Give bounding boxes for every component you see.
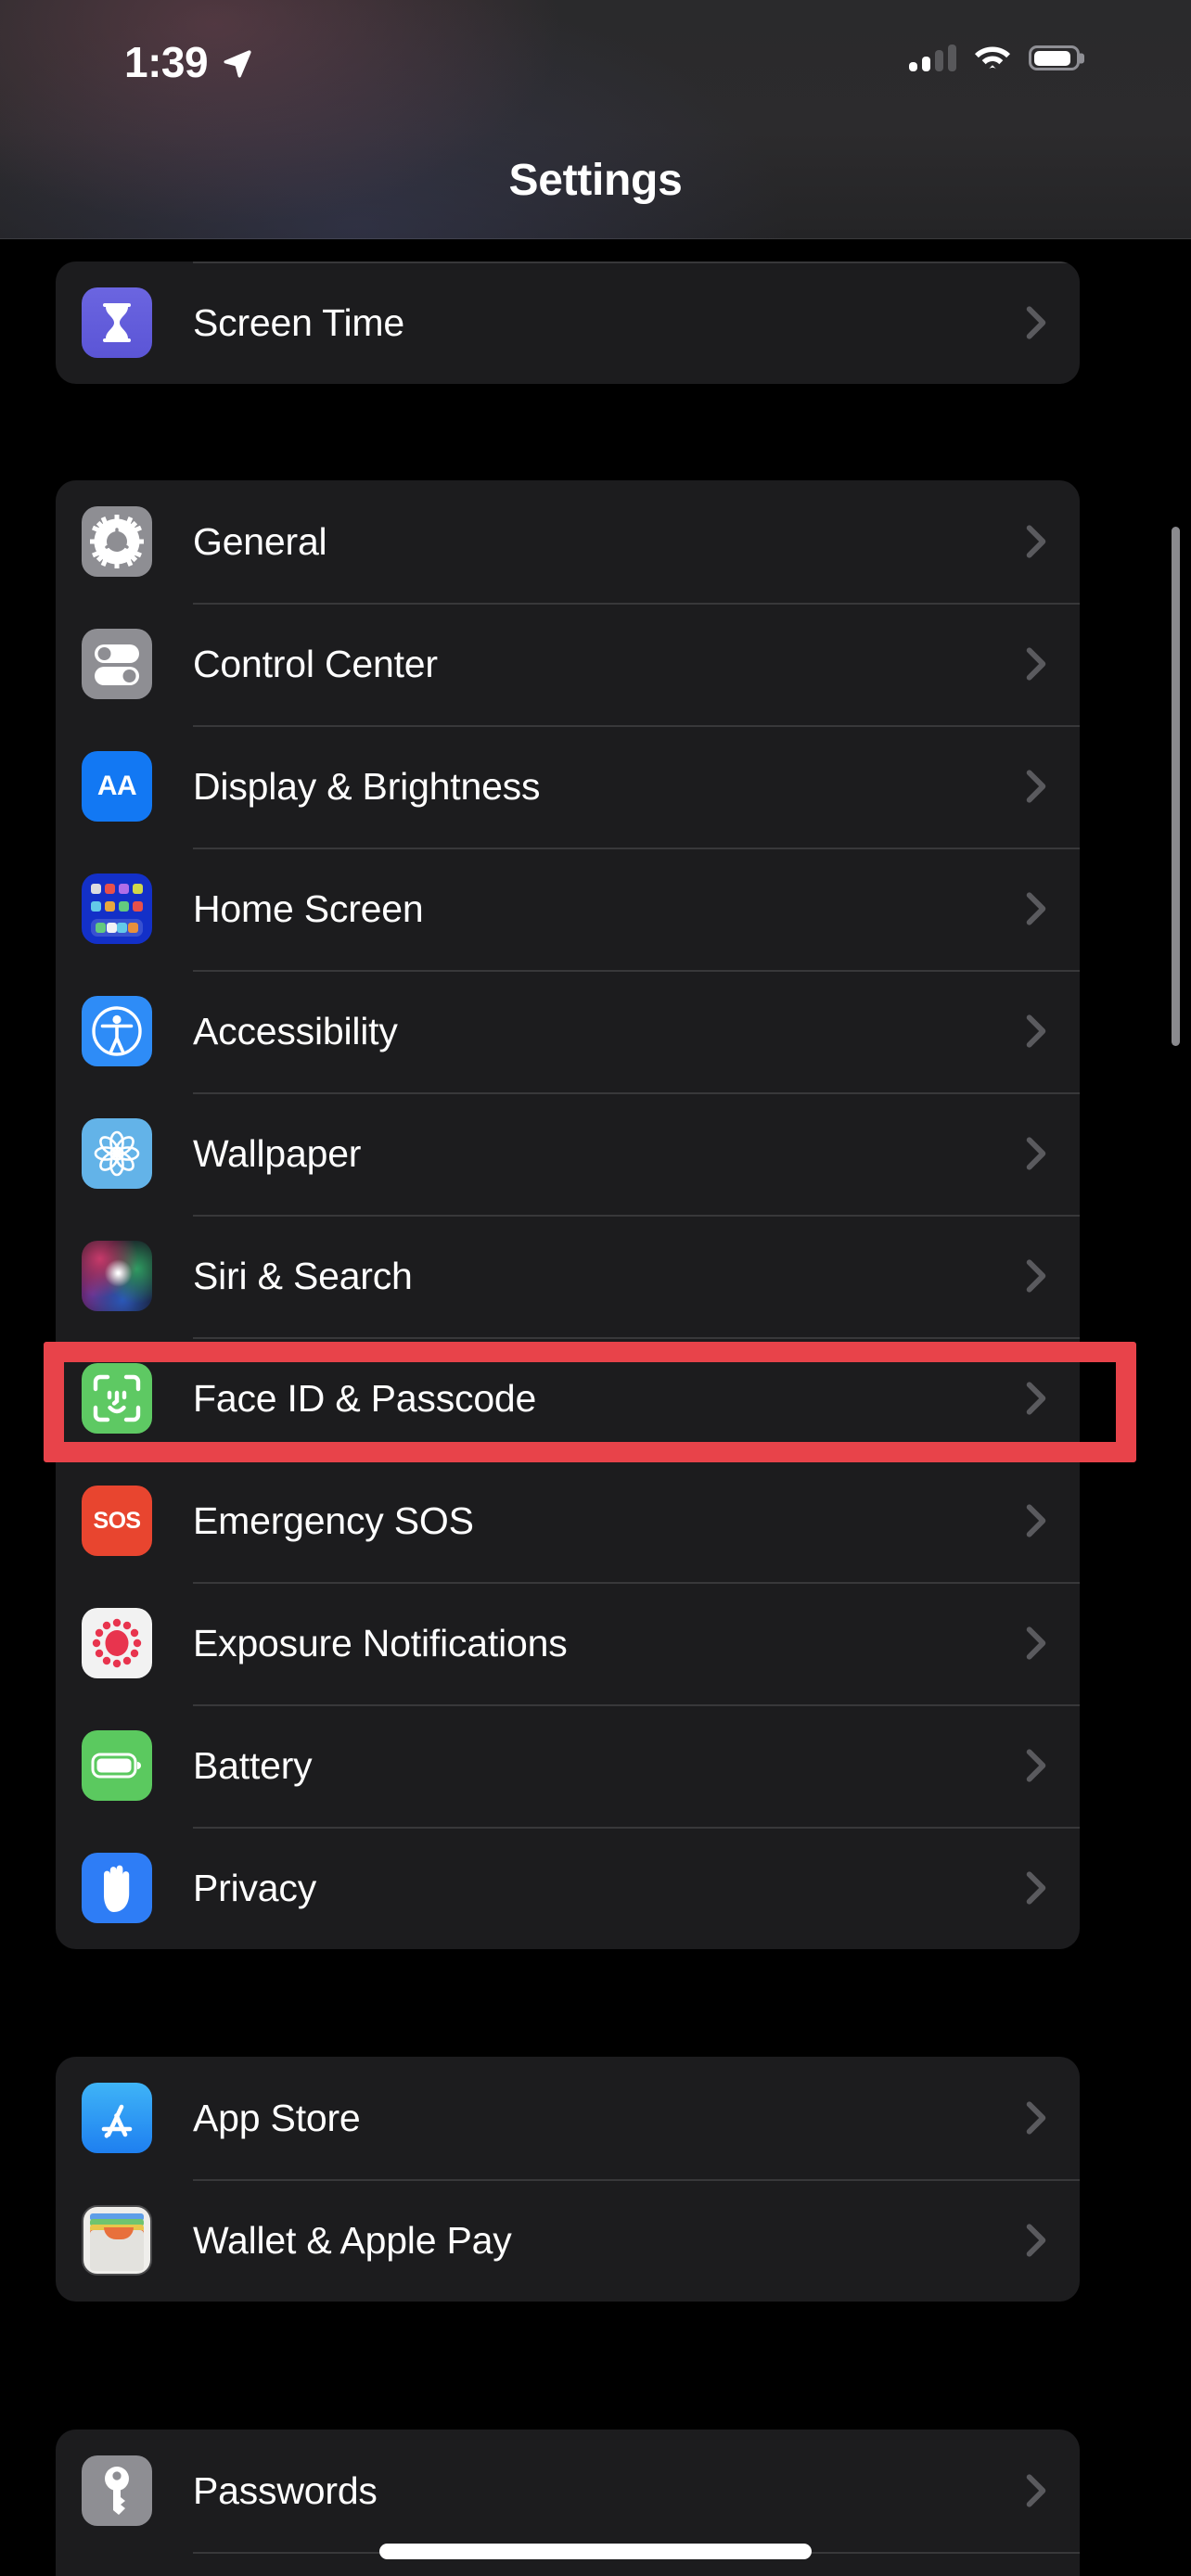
settings-row-label: Siri & Search [193, 1254, 413, 1297]
settings-row-exposure-notifications[interactable]: Exposure Notifications [56, 1582, 1080, 1704]
home-indicator [379, 2544, 812, 2559]
settings-row-label: Wallpaper [193, 1131, 362, 1175]
settings-row-label: Face ID & Passcode [193, 1376, 537, 1420]
device-settings-group: General Control Center AA Display & Brig… [56, 480, 1080, 1949]
sos-icon: SOS [82, 1486, 152, 1556]
chevron-right-icon [1026, 2224, 1046, 2257]
settings-scroll-view[interactable]: Screen Time General Control Center AA Di… [0, 0, 1191, 2576]
aa-glyph: AA [96, 771, 137, 801]
settings-row-control-center[interactable]: Control Center [56, 603, 1080, 725]
settings-row-label: Privacy [193, 1866, 317, 1909]
chevron-right-icon [1026, 2474, 1046, 2507]
chevron-right-icon [1026, 1382, 1046, 1415]
settings-row-siri-search[interactable]: Siri & Search [56, 1215, 1080, 1337]
hand-icon [82, 1853, 152, 1923]
settings-row-face-id-passcode[interactable]: Face ID & Passcode [56, 1337, 1080, 1460]
settings-row-label: Accessibility [193, 1009, 398, 1052]
app-grid-dots [82, 874, 152, 944]
settings-row-label: Exposure Notifications [193, 1621, 568, 1664]
settings-row-battery[interactable]: Battery [56, 1704, 1080, 1827]
chevron-right-icon [1026, 1014, 1046, 1048]
battery-icon [82, 1730, 152, 1801]
page-title: Settings [508, 156, 683, 205]
settings-row-label: Screen Time [193, 300, 404, 344]
chevron-right-icon [1026, 1137, 1046, 1170]
settings-row-label: Control Center [193, 642, 438, 685]
sos-glyph: SOS [93, 1507, 142, 1534]
siri-orb-icon [82, 1241, 152, 1311]
settings-row-label: Display & Brightness [193, 764, 541, 808]
chevron-right-icon [1026, 2101, 1046, 2135]
navigation-bar: 1:39 Settings [0, 0, 1191, 239]
flower-icon [82, 1118, 152, 1189]
settings-row-passwords[interactable]: Passwords [56, 2429, 1080, 2552]
gear-icon [82, 506, 152, 577]
chevron-right-icon [1026, 1504, 1046, 1537]
store-group: App Store Wallet & Apple Pay [56, 2057, 1080, 2302]
settings-row-accessibility[interactable]: Accessibility [56, 970, 1080, 1092]
settings-row-app-store[interactable]: App Store [56, 2057, 1080, 2179]
chevron-right-icon [1026, 525, 1046, 558]
app-store-icon [82, 2083, 152, 2153]
settings-row-label: General [193, 519, 327, 563]
app-grid-icon [82, 874, 152, 944]
exposure-dots-icon [82, 1608, 152, 1678]
settings-row-label: Battery [193, 1743, 313, 1787]
key-icon [82, 2455, 152, 2526]
settings-row-home-screen[interactable]: Home Screen [56, 848, 1080, 970]
wallet-icon [82, 2205, 152, 2276]
settings-row-privacy[interactable]: Privacy [56, 1827, 1080, 1949]
chevron-right-icon [1026, 1626, 1046, 1660]
chevron-right-icon [1026, 1259, 1046, 1293]
accessibility-person-icon [82, 996, 152, 1066]
settings-row-label: App Store [193, 2096, 361, 2139]
chevron-right-icon [1026, 1749, 1046, 1782]
chevron-right-icon [1026, 647, 1046, 681]
settings-row-screen-time[interactable]: Screen Time [56, 261, 1080, 384]
settings-row-display-brightness[interactable]: AA Display & Brightness [56, 725, 1080, 848]
chevron-right-icon [1026, 1871, 1046, 1905]
toggles-icon [82, 629, 152, 699]
iphone-settings-screen: Screen Time General Control Center AA Di… [0, 0, 1191, 2576]
hourglass-icon [82, 287, 152, 358]
settings-row-general[interactable]: General [56, 480, 1080, 603]
settings-row-label: Passwords [193, 2468, 378, 2512]
screen-time-group: Screen Time [56, 261, 1080, 384]
settings-row-label: Wallet & Apple Pay [193, 2218, 512, 2262]
settings-row-wallpaper[interactable]: Wallpaper [56, 1092, 1080, 1215]
vertical-scrollbar[interactable] [1172, 527, 1180, 1046]
settings-row-emergency-sos[interactable]: SOS Emergency SOS [56, 1460, 1080, 1582]
chevron-right-icon [1026, 306, 1046, 339]
aa-text-icon: AA [82, 751, 152, 822]
chevron-right-icon [1026, 892, 1046, 925]
face-id-icon [82, 1363, 152, 1434]
chevron-right-icon [1026, 770, 1046, 803]
settings-row-wallet-apple-pay[interactable]: Wallet & Apple Pay [56, 2179, 1080, 2302]
settings-row-label: Emergency SOS [193, 1498, 474, 1542]
settings-row-label: Home Screen [193, 886, 424, 930]
